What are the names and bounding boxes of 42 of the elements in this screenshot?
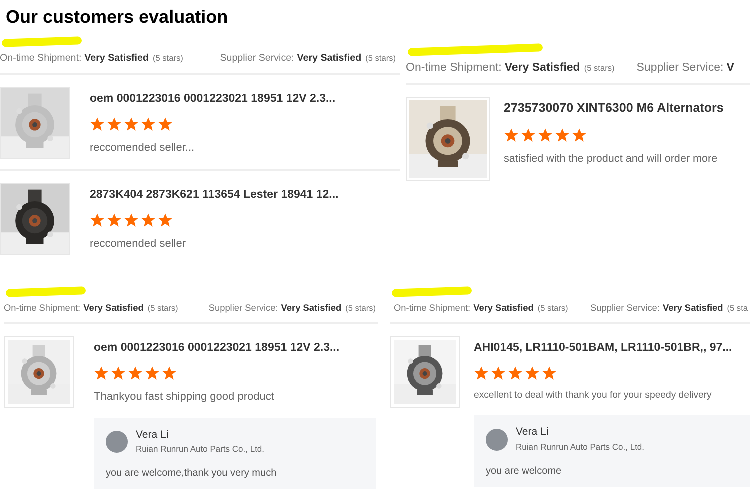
seller-name: Vera Li	[136, 428, 170, 443]
rating-note: (5 sta	[727, 302, 748, 314]
rating-value: Very Satisfied	[662, 302, 724, 315]
rating-note: (5 stars)	[148, 302, 178, 314]
review-comment: excellent to deal with thank you for your speedy delivery	[474, 389, 713, 404]
review-comment: satisfied with the product and will order more	[504, 152, 719, 167]
product-title[interactable]: 2873K404 2873K621 113654 Lester 18941 12...	[90, 186, 400, 204]
rating-value: Very Satisfied	[474, 302, 534, 315]
rating-label: Supplier Service:	[590, 302, 660, 315]
product-title[interactable]: oem 0001223016 0001223021 18951 12V 2.3...	[90, 90, 400, 108]
review-comment: reccomended seller...	[90, 140, 196, 156]
rating-note: (5 stars)	[346, 302, 376, 314]
rating-value: Very Satisfied	[297, 52, 362, 66]
review-comment: reccomended seller	[90, 236, 187, 252]
rating-note: (5 stars)	[538, 302, 568, 314]
product-title[interactable]: 2735730070 XINT6300 M6 Alternators	[504, 99, 750, 118]
rating-value: Very Satisfied	[504, 61, 580, 76]
rating-value: Very Satisfied	[281, 302, 342, 315]
rating-note: (5 stars)	[152, 52, 184, 64]
rating-label: On-time Shipment:	[394, 302, 471, 315]
rating-label: On-time Shipment:	[406, 61, 502, 76]
rating-label: Supplier Service:	[220, 52, 294, 66]
rating-note: (5 stars)	[366, 52, 396, 64]
page-title: Our customers evaluation	[5, 6, 230, 28]
product-title[interactable]: oem 0001223016 0001223021 18951 12V 2.3...	[94, 340, 378, 358]
company-name: Ruian Runrun Auto Parts Co., Ltd.	[136, 443, 265, 456]
seller-name: Vera Li	[516, 425, 550, 440]
rating-label: On-time Shipment:	[0, 52, 82, 66]
rating-label: Supplier Service:	[208, 302, 278, 315]
reply-text: you are welcome	[486, 464, 563, 479]
reply-text: you are welcome,thank you very much	[106, 467, 278, 482]
rating-value: Very Satisfied	[84, 52, 149, 66]
avatar-icon	[486, 428, 508, 451]
product-title[interactable]: AHI0145, LR1110-501BAM, LR1110-501BR,, 97...	[474, 340, 750, 358]
avatar-icon	[106, 430, 128, 453]
rating-value: V	[726, 61, 734, 76]
rating-note: (5 stars)	[584, 62, 615, 74]
rating-label: On-time Shipment:	[4, 302, 81, 315]
rating-label: Supplier Service:	[636, 61, 724, 76]
rating-value: Very Satisfied	[84, 302, 144, 315]
review-comment: Thankyou fast shipping good product	[94, 390, 276, 406]
company-name: Ruian Runrun Auto Parts Co., Ltd.	[516, 441, 645, 454]
